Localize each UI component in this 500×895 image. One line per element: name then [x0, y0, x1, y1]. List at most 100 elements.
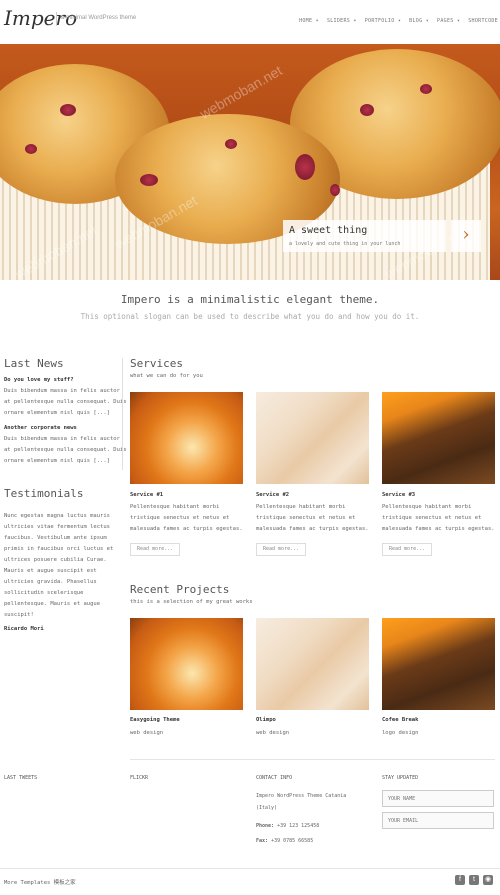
read-more-button[interactable]: Read more...: [256, 543, 306, 556]
projects-subheading: this is a selection of my great works: [130, 599, 253, 605]
footer-tweets-heading: LAST TWEETS: [4, 775, 38, 781]
site-header: Impero a minimal WordPress theme HOME ▾ …: [0, 0, 500, 44]
project-category: logo design: [382, 730, 419, 736]
news-line: at pellentesque nulla consequat. Duis: [4, 399, 127, 405]
intro-slogan: This optional slogan can be used to desc…: [80, 312, 420, 321]
nav-pages[interactable]: PAGES ▾: [437, 18, 460, 24]
service-image[interactable]: [382, 392, 495, 484]
slide-subtitle: a lovely and cute thing in your lunch: [289, 241, 401, 247]
services-heading: Services: [130, 357, 183, 370]
berry: [330, 184, 340, 196]
fax-value: +39 0785 66585: [271, 838, 314, 844]
service-title[interactable]: Service #3: [382, 492, 415, 498]
berry: [360, 104, 374, 116]
projects-heading: Recent Projects: [130, 583, 230, 596]
chevron-right-icon: ›: [462, 224, 470, 245]
quote-line: Mauris et augue suscipit est: [4, 568, 97, 574]
news-line: ornare elementum nisl quis [...]: [4, 410, 110, 416]
contact-phone: Phone: +39 123 125458 Fax: +39 0785 6658…: [256, 791, 319, 847]
rss-icon[interactable]: ◉: [483, 875, 493, 885]
newsletter-name-input[interactable]: [382, 790, 494, 807]
nav-sliders[interactable]: SLIDERS ▾: [327, 18, 357, 24]
berry: [295, 154, 315, 180]
phone-label: Phone:: [256, 823, 275, 829]
newsletter-email-input[interactable]: [382, 812, 494, 829]
twitter-icon[interactable]: t: [469, 875, 479, 885]
logo-divider: [56, 12, 57, 26]
intro-title: Impero is a minimalistic elegant theme.: [120, 293, 380, 306]
project-category: web design: [130, 730, 164, 736]
project-title[interactable]: Easygoing Theme: [130, 717, 180, 723]
service-line: malesuada fames ac turpis egestas.: [256, 526, 369, 532]
service-line: Pellentesque habitant morbi: [382, 504, 472, 510]
quote-line: primis in faucibus orci luctus et: [4, 546, 114, 552]
service-line: Pellentesque habitant morbi: [256, 504, 346, 510]
testimonial-quote: Nunc egestas magna luctus mauris ultrici…: [4, 511, 113, 621]
quote-line: ultrices posuere cubilia Curae.: [4, 557, 107, 563]
phone-value: +39 123 125458: [277, 823, 320, 829]
service-line: tristique senectus et netus et: [130, 515, 230, 521]
project-image[interactable]: [382, 618, 495, 710]
footer-credit[interactable]: More Templates 模板之家: [4, 878, 76, 886]
watermark: webmoban.net: [197, 62, 285, 122]
testimonial-author: Ricardo Mori: [4, 626, 44, 632]
nav-shortcode[interactable]: SHORTCODE: [468, 18, 498, 24]
quote-line: suscipit!: [4, 612, 34, 618]
footer-flickr-heading: FLICKR: [130, 775, 149, 781]
service-line: malesuada fames ac turpis egestas.: [382, 526, 495, 532]
footer-updated-heading: STAY UPDATED: [382, 775, 419, 781]
project-category: web design: [256, 730, 290, 736]
quote-line: faucibus. Vestibulum ante ipsum: [4, 535, 107, 541]
site-tagline: a minimal WordPress theme: [61, 15, 137, 21]
news-line: at pellentesque nulla consequat. Duis: [4, 447, 127, 453]
service-image[interactable]: [130, 392, 243, 484]
nav-blog[interactable]: BLOG ▾: [409, 18, 429, 24]
news-item-excerpt: Duis bibendum massa in felis auctor at p…: [4, 434, 127, 467]
news-line: ornare elementum nisl quis [...]: [4, 458, 110, 464]
berry: [140, 174, 158, 186]
service-line: malesuada fames ac turpis egestas.: [130, 526, 243, 532]
nav-home[interactable]: HOME ▾: [299, 18, 319, 24]
service-description: Pellentesque habitant morbi tristique se…: [130, 502, 243, 535]
quote-line: sollicitudin scelerisque: [4, 590, 84, 596]
service-line: Pellentesque habitant morbi: [130, 504, 220, 510]
nav-portfolio[interactable]: PORTFOLIO ▾: [365, 18, 401, 24]
news-line: Duis bibendum massa in felis auctor: [4, 388, 120, 394]
quote-line: ultricies vitae fermentum lectus: [4, 524, 110, 530]
footer-contact-heading: CONTACT INFO: [256, 775, 293, 781]
berry: [60, 104, 76, 116]
quote-line: ultricies gravida. Phasellus: [4, 579, 97, 585]
service-line: tristique senectus et netus et: [382, 515, 482, 521]
service-title[interactable]: Service #1: [130, 492, 163, 498]
berry: [225, 139, 237, 149]
service-description: Pellentesque habitant morbi tristique se…: [382, 502, 495, 535]
bottom-divider: [0, 868, 500, 869]
column-divider: [122, 358, 123, 470]
facebook-icon[interactable]: f: [455, 875, 465, 885]
read-more-button[interactable]: Read more...: [382, 543, 432, 556]
read-more-button[interactable]: Read more...: [130, 543, 180, 556]
slider-next-button[interactable]: ›: [451, 220, 481, 252]
project-image[interactable]: [130, 618, 243, 710]
services-subheading: what we can do for you: [130, 373, 203, 379]
main-nav: HOME ▾ SLIDERS ▾ PORTFOLIO ▾ BLOG ▾ PAGE…: [299, 18, 498, 24]
news-item-title[interactable]: Do you love my stuff?: [4, 377, 74, 383]
quote-line: pellentesque. Mauris et augue: [4, 601, 101, 607]
news-item-excerpt: Duis bibendum massa in felis auctor at p…: [4, 386, 127, 419]
berry: [420, 84, 432, 94]
service-line: tristique senectus et netus et: [256, 515, 356, 521]
project-title[interactable]: Cofee Break: [382, 717, 418, 723]
service-title[interactable]: Service #2: [256, 492, 289, 498]
slide-caption: A sweet thing a lovely and cute thing in…: [283, 220, 446, 252]
fax-label: Fax:: [256, 838, 269, 844]
service-image[interactable]: [256, 392, 369, 484]
testimonials-heading: Testimonials: [4, 487, 84, 500]
berry: [25, 144, 37, 154]
hero-slider: webmoban.net webmoban.net webmoban.net w…: [0, 44, 500, 280]
news-item-title[interactable]: Another corporate news: [4, 425, 77, 431]
project-image[interactable]: [256, 618, 369, 710]
footer-divider: [130, 759, 495, 760]
quote-line: Nunc egestas magna luctus mauris: [4, 513, 110, 519]
project-title[interactable]: Olimpo: [256, 717, 276, 723]
service-description: Pellentesque habitant morbi tristique se…: [256, 502, 369, 535]
